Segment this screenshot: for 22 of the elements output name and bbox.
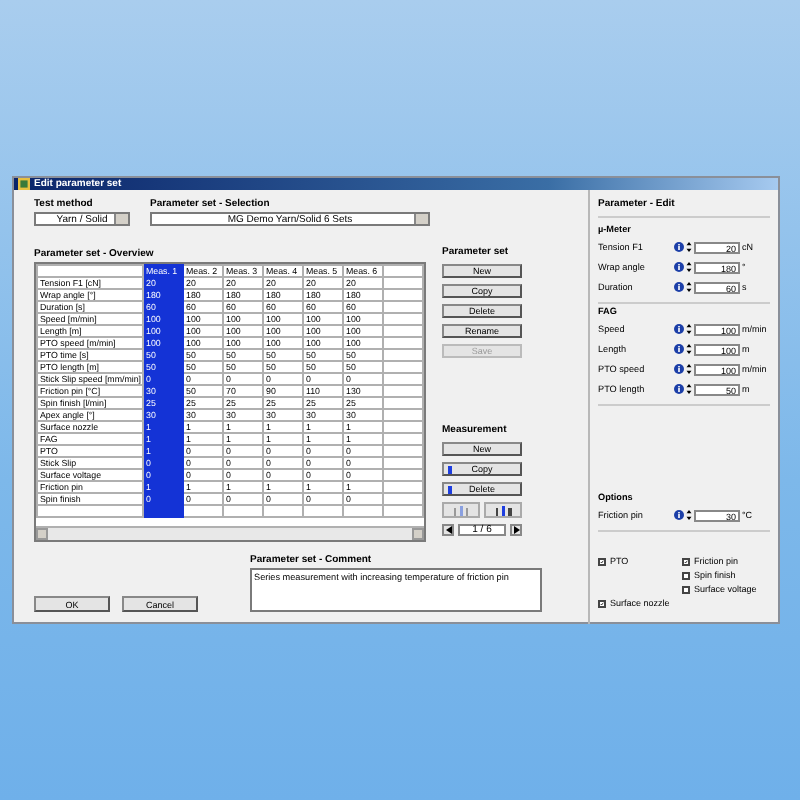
left-arrow-icon bbox=[445, 526, 451, 534]
checkbox[interactable] bbox=[598, 557, 606, 565]
info-icon[interactable] bbox=[674, 384, 684, 394]
checkbox[interactable] bbox=[598, 599, 606, 607]
bars-icon bbox=[451, 505, 471, 515]
info-icon[interactable] bbox=[674, 262, 684, 272]
info-icon[interactable] bbox=[674, 510, 684, 520]
checkbox[interactable] bbox=[682, 585, 690, 593]
checkbox[interactable] bbox=[682, 571, 690, 579]
toolbar-button[interactable] bbox=[484, 502, 522, 518]
info-icon[interactable] bbox=[674, 364, 684, 374]
previous-button[interactable] bbox=[442, 524, 454, 536]
info-icon[interactable] bbox=[674, 344, 684, 354]
info-icon[interactable] bbox=[674, 324, 684, 334]
horizontal-scrollbar[interactable] bbox=[36, 526, 424, 540]
info-icon[interactable] bbox=[674, 242, 684, 252]
next-button[interactable] bbox=[510, 524, 522, 536]
bars-icon bbox=[493, 505, 513, 515]
right-arrow-icon bbox=[513, 526, 519, 534]
checkbox[interactable] bbox=[682, 557, 690, 565]
info-icon[interactable] bbox=[674, 282, 684, 292]
app-icon bbox=[18, 178, 30, 190]
